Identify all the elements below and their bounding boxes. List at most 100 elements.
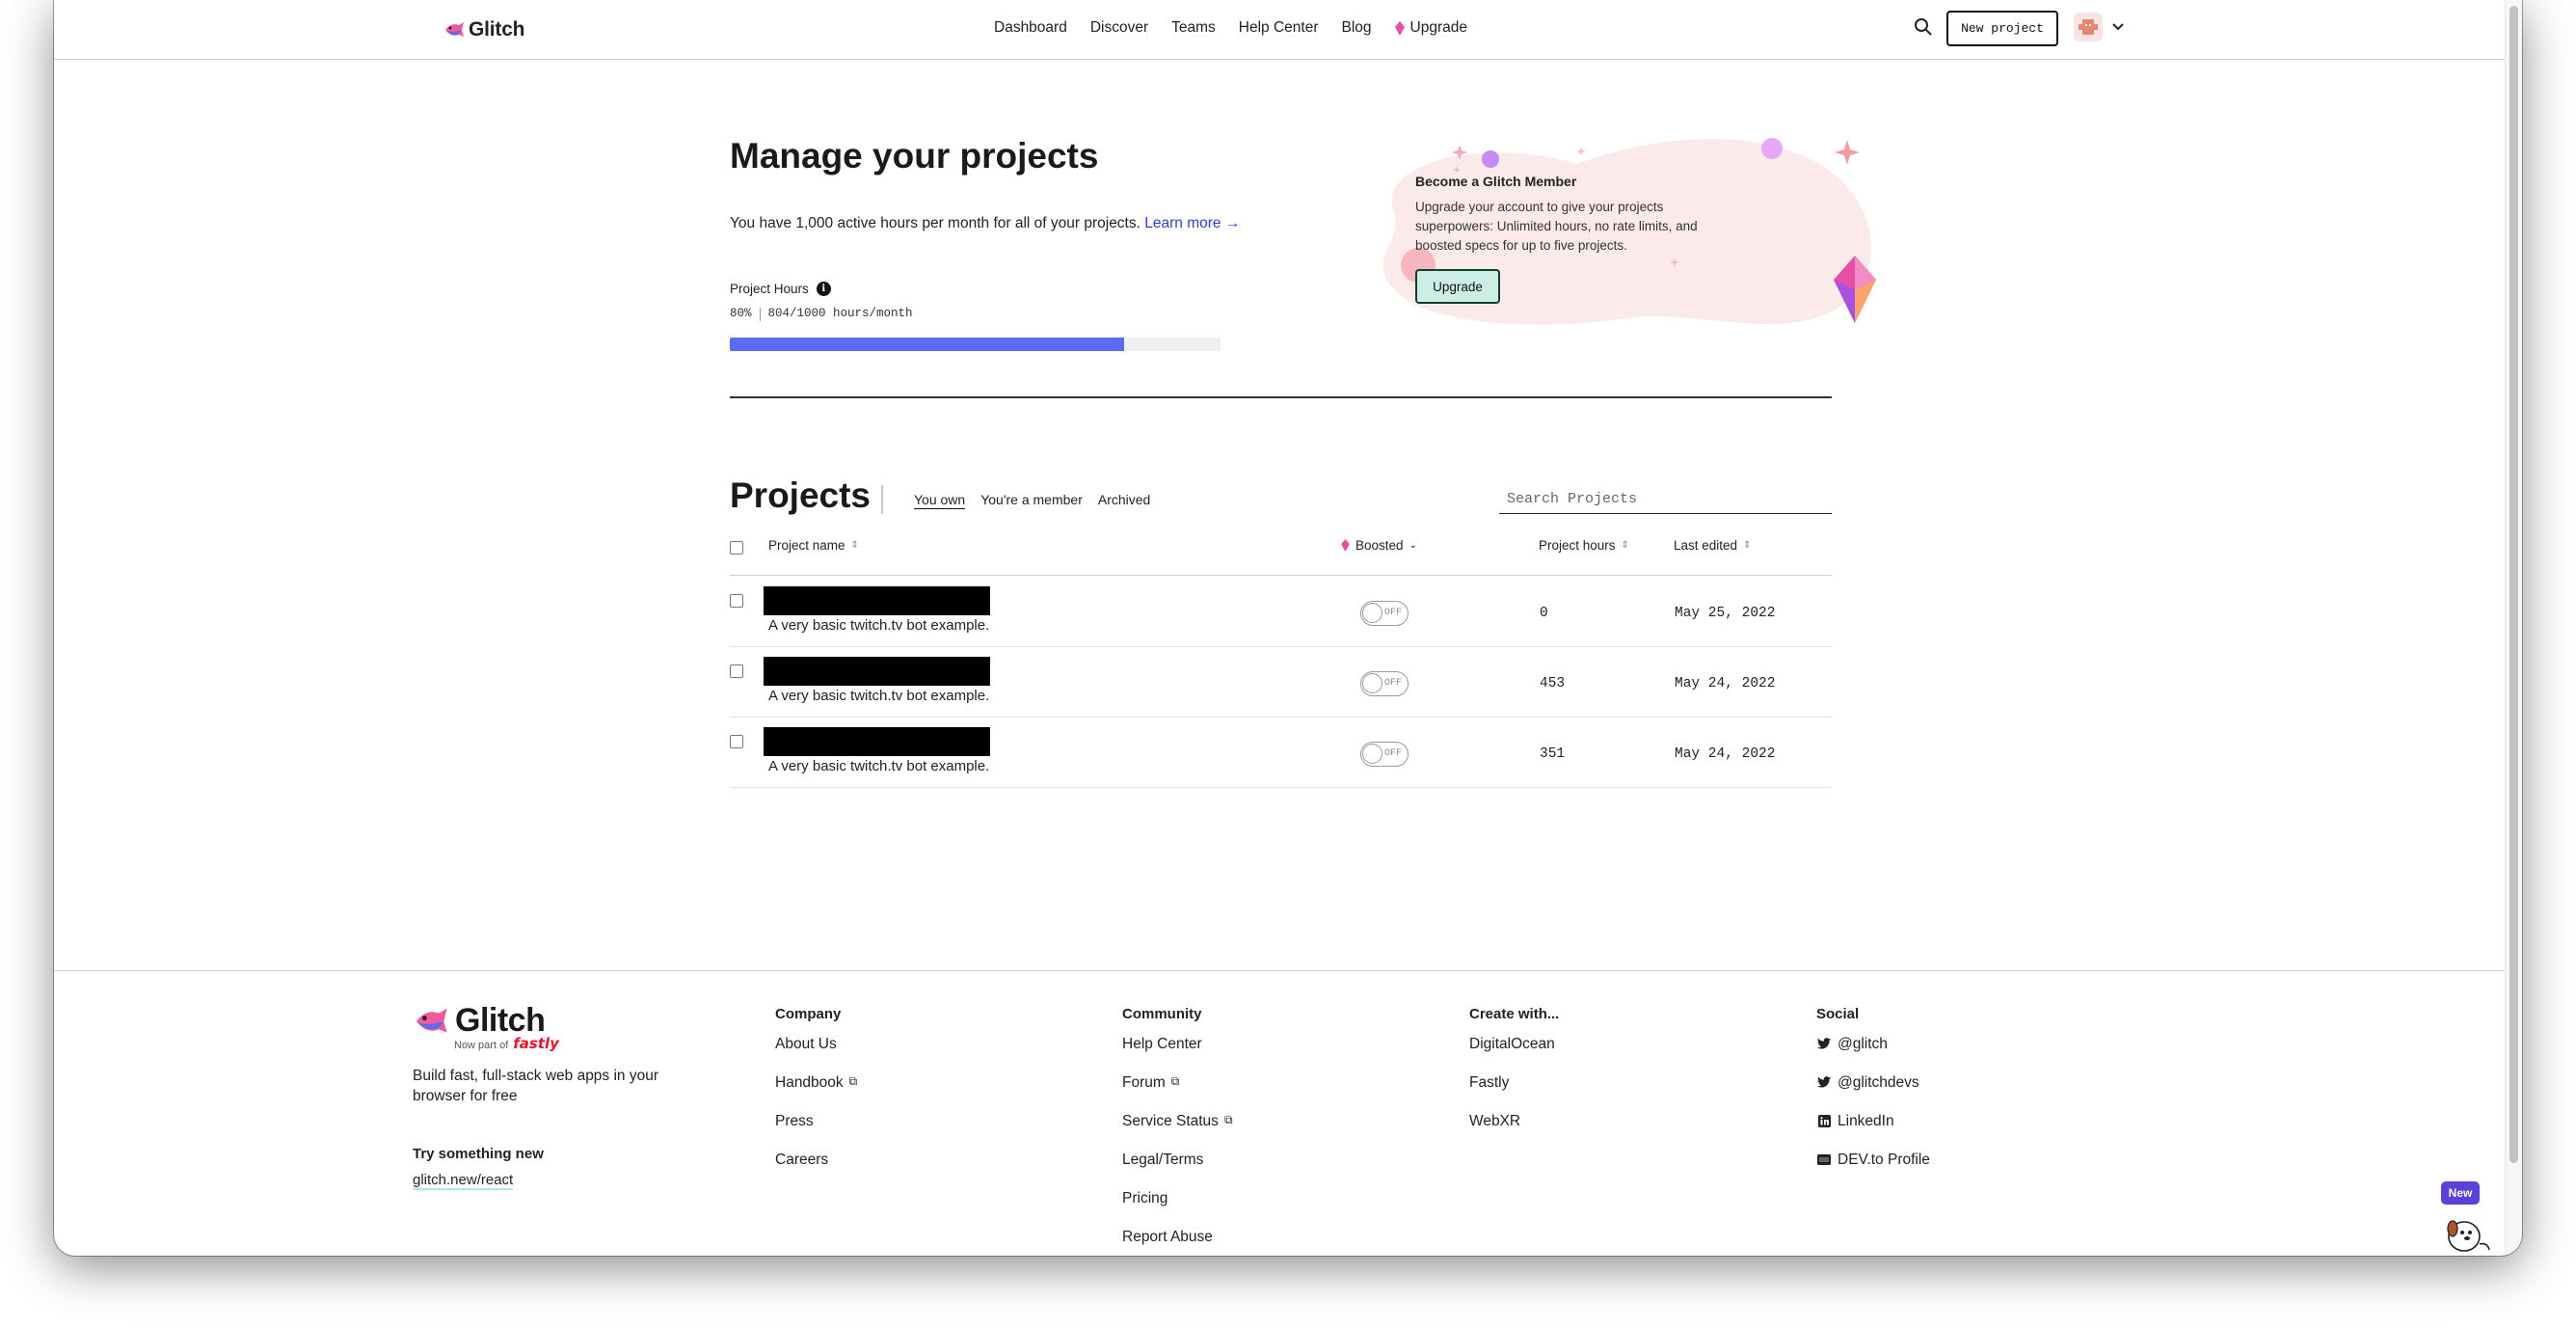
footer-link-label: Forum <box>1122 1074 1166 1091</box>
last-edited: May 24, 2022 <box>1675 746 1776 762</box>
footer-link-twitter-glitch[interactable]: @glitch <box>1816 1036 1930 1074</box>
project-description: A very basic twitch.tv bot example. <box>768 758 990 774</box>
row-checkbox[interactable] <box>730 735 743 748</box>
redacted-project-name[interactable] <box>764 727 990 756</box>
hours-description-text: You have 1,000 active hours per month fo… <box>730 215 1140 231</box>
project-description: A very basic twitch.tv bot example. <box>768 688 990 704</box>
try-link[interactable]: glitch.new/react <box>413 1172 514 1190</box>
tab-youre-a-member[interactable]: You're a member <box>980 492 1083 509</box>
footer-link-help-center[interactable]: Help Center <box>1122 1036 1233 1074</box>
footer-link-service-status[interactable]: Service Status ⧉ <box>1122 1113 1233 1152</box>
select-all-checkbox[interactable] <box>730 541 743 555</box>
nav-discover[interactable]: Discover <box>1090 19 1148 37</box>
glitch-fish-icon <box>416 1008 447 1033</box>
col-boosted[interactable]: Boosted ⌄ <box>1341 538 1417 553</box>
nav-teams[interactable]: Teams <box>1171 19 1216 37</box>
footer-link-fastly[interactable]: Fastly <box>1469 1074 1559 1113</box>
hours-progress-bar <box>730 338 1221 351</box>
footer-link-label: DigitalOcean <box>1469 1036 1555 1052</box>
footer-link-label: Help Center <box>1122 1036 1202 1052</box>
row-checkbox[interactable] <box>730 594 743 608</box>
footer-link-careers[interactable]: Careers <box>775 1152 857 1190</box>
search-projects-input[interactable] <box>1499 485 1832 514</box>
footer-community: Community Help Center Forum ⧉ Service Sta… <box>1122 1006 1233 1256</box>
project-description: A very basic twitch.tv bot example. <box>768 617 990 634</box>
sort-icon: ⇕ <box>1743 539 1752 551</box>
footer-link-press[interactable]: Press <box>775 1113 857 1152</box>
redacted-project-name[interactable] <box>764 657 990 686</box>
glitch-fish-icon <box>445 22 464 37</box>
toggle-knob <box>1362 744 1382 764</box>
footer-community-title: Community <box>1122 1006 1202 1022</box>
table-row[interactable]: A very basic twitch.tv bot example. OFF … <box>730 577 1832 647</box>
scrollbar[interactable] <box>2505 0 2522 1256</box>
footer-link-label: DEV.to Profile <box>1838 1152 1930 1168</box>
title-separator <box>881 485 883 514</box>
project-tabs: You own You're a member Archived <box>914 492 1150 509</box>
table-row[interactable]: A very basic twitch.tv bot example. OFF … <box>730 718 1832 788</box>
footer-link-about-us[interactable]: About Us <box>775 1036 857 1074</box>
upgrade-button[interactable]: Upgrade <box>1415 269 1500 304</box>
footer-link-legal-terms[interactable]: Legal/Terms <box>1122 1152 1233 1190</box>
row-checkbox[interactable] <box>730 664 743 678</box>
new-badge[interactable]: New <box>2441 1181 2480 1205</box>
last-edited: May 24, 2022 <box>1675 676 1776 691</box>
col-last-edited[interactable]: Last edited ⇕ <box>1674 538 1751 553</box>
tab-archived[interactable]: Archived <box>1098 492 1150 509</box>
main-nav: Dashboard Discover Teams Help Center Blo… <box>994 19 1490 37</box>
footer-create-title: Create with... <box>1469 1006 1560 1022</box>
footer-link-label: Careers <box>775 1152 829 1168</box>
hours-progress-fill <box>730 338 1125 351</box>
nav-help-center[interactable]: Help Center <box>1239 19 1319 37</box>
hours-value: 804/1000 hours/month <box>767 307 913 320</box>
toggle-label: OFF <box>1384 608 1403 618</box>
redacted-project-name[interactable] <box>764 586 990 615</box>
new-project-button[interactable]: New project <box>1946 11 2058 46</box>
user-menu[interactable] <box>2074 13 2124 41</box>
footer-social: Social @glitch @glitchdevs LinkedIn DEV.… <box>1816 1006 1930 1190</box>
boost-toggle[interactable]: OFF <box>1360 742 1409 767</box>
table-row[interactable]: A very basic twitch.tv bot example. OFF … <box>730 647 1832 718</box>
footer-company-title: Company <box>775 1006 842 1022</box>
tab-you-own[interactable]: You own <box>914 492 966 509</box>
boost-toggle[interactable]: OFF <box>1360 601 1409 626</box>
part-of-fastly[interactable]: Now part of fastly <box>454 1035 559 1052</box>
footer-link-linkedin[interactable]: LinkedIn <box>1816 1113 1930 1152</box>
footer-link-digitalocean[interactable]: DigitalOcean <box>1469 1036 1559 1074</box>
info-icon[interactable]: i <box>816 282 831 296</box>
footer-link-twitter-glitchdevs[interactable]: @glitchdevs <box>1816 1074 1930 1113</box>
top-nav: Glitch Dashboard Discover Teams Help Cen… <box>54 0 2505 60</box>
scrollbar-thumb[interactable] <box>2509 6 2518 1163</box>
sort-icon: ⇕ <box>1621 539 1629 551</box>
try-something-new-title: Try something new <box>413 1146 544 1162</box>
search-icon[interactable] <box>1914 17 1937 41</box>
project-hours: 453 <box>1540 676 1566 691</box>
footer: Glitch Now part of fastly Build fast, fu… <box>54 970 2505 1256</box>
footer-link-dev-to[interactable]: DEV.to Profile <box>1816 1152 1930 1190</box>
nav-upgrade[interactable]: Upgrade <box>1394 19 1467 37</box>
col-project-name[interactable]: Project name ⇕ <box>768 538 859 553</box>
select-all-checkbox-wrap <box>730 541 743 555</box>
footer-link-report-abuse[interactable]: Report Abuse <box>1122 1229 1233 1256</box>
mascot-dog-icon[interactable] <box>2441 1207 2493 1256</box>
footer-link-label: Press <box>775 1113 814 1129</box>
col-project-hours[interactable]: Project hours ⇕ <box>1539 538 1629 553</box>
hours-description: You have 1,000 active hours per month fo… <box>730 210 1241 237</box>
footer-link-handbook[interactable]: Handbook ⧉ <box>775 1074 857 1113</box>
nav-dashboard[interactable]: Dashboard <box>994 19 1067 37</box>
boost-toggle[interactable]: OFF <box>1360 671 1409 696</box>
footer-link-forum[interactable]: Forum ⧉ <box>1122 1074 1233 1113</box>
footer-link-label: Pricing <box>1122 1190 1168 1206</box>
avatar <box>2074 13 2103 41</box>
nav-blog[interactable]: Blog <box>1342 19 1372 37</box>
linkedin-icon <box>1816 1113 1832 1128</box>
project-hours: 351 <box>1540 746 1566 762</box>
stats-divider <box>759 308 761 321</box>
promo-title: Become a Glitch Member <box>1415 174 1577 189</box>
footer-link-webxr[interactable]: WebXR <box>1469 1113 1559 1152</box>
learn-more-link[interactable]: Learn more → <box>1144 215 1240 231</box>
footer-link-pricing[interactable]: Pricing <box>1122 1190 1233 1229</box>
project-hours-title: Project Hours <box>730 282 809 296</box>
glitch-logo[interactable]: Glitch <box>443 18 525 41</box>
gem-icon <box>1394 20 1405 36</box>
